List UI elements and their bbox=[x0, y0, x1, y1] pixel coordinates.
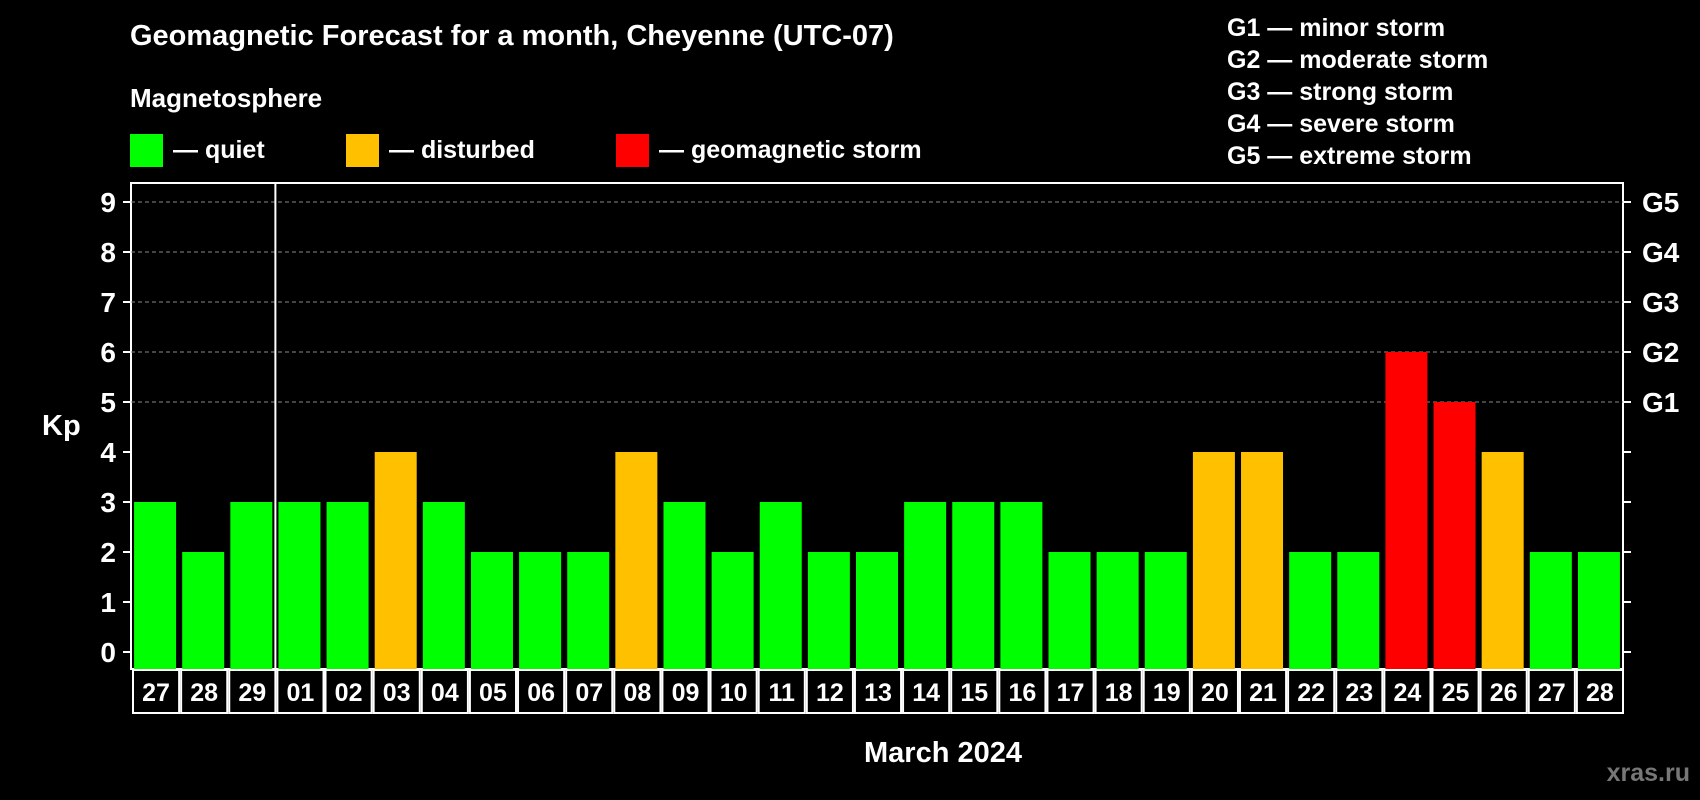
kp-chart: 0123456789G1G2G3G4G527 28 29 01 02 03 04 05 06 07… bbox=[100, 182, 1680, 714]
g-scale-label: G1 bbox=[1642, 387, 1679, 418]
x-tick-label: 17 bbox=[1057, 679, 1085, 707]
x-tick-label: 10 bbox=[720, 679, 748, 707]
bar bbox=[230, 502, 273, 669]
bar bbox=[663, 502, 706, 669]
bar bbox=[615, 452, 658, 669]
x-tick-label: 19 bbox=[1153, 679, 1181, 707]
bar bbox=[567, 552, 610, 669]
bar bbox=[904, 502, 947, 669]
bar bbox=[134, 502, 177, 669]
x-tick-label: 04 bbox=[431, 679, 459, 707]
y-tick-label: 9 bbox=[100, 187, 116, 218]
bar bbox=[422, 502, 465, 669]
x-tick-label: 09 bbox=[672, 679, 700, 707]
bar bbox=[1144, 552, 1187, 669]
x-tick-label: 13 bbox=[864, 679, 892, 707]
g-scale-label: G4 bbox=[1642, 237, 1680, 268]
bar bbox=[326, 502, 369, 669]
y-tick-label: 8 bbox=[100, 237, 116, 268]
y-tick-label: 1 bbox=[100, 587, 116, 618]
x-tick-label: 24 bbox=[1394, 679, 1422, 707]
y-tick-label: 4 bbox=[100, 437, 116, 468]
y-tick-label: 0 bbox=[100, 637, 116, 668]
bar bbox=[711, 552, 754, 669]
bar bbox=[1433, 402, 1476, 669]
watermark: xras.ru bbox=[1606, 759, 1690, 787]
bar bbox=[952, 502, 995, 669]
x-tick-label: 23 bbox=[1345, 679, 1373, 707]
bar bbox=[1337, 552, 1380, 669]
x-tick-label: 28 bbox=[1586, 679, 1614, 707]
y-tick-label: 7 bbox=[100, 287, 116, 318]
x-tick-label: 01 bbox=[287, 679, 315, 707]
bar bbox=[807, 552, 850, 669]
x-tick-label: 18 bbox=[1105, 679, 1133, 707]
bar bbox=[1385, 352, 1428, 669]
bar bbox=[1000, 502, 1043, 669]
bar bbox=[1048, 552, 1091, 669]
x-tick-label: 08 bbox=[623, 679, 651, 707]
bar bbox=[1289, 552, 1332, 669]
g-scale-label: G3 bbox=[1642, 287, 1679, 318]
x-tick-label: 20 bbox=[1201, 679, 1229, 707]
x-tick-label: 29 bbox=[238, 679, 266, 707]
bar bbox=[1192, 452, 1235, 669]
bar bbox=[1241, 452, 1284, 669]
bar bbox=[1529, 552, 1572, 669]
x-tick-label: 22 bbox=[1297, 679, 1325, 707]
x-tick-label: 11 bbox=[769, 679, 796, 707]
bar bbox=[856, 552, 898, 669]
x-tick-label: 02 bbox=[335, 679, 363, 707]
bar bbox=[1481, 452, 1524, 669]
x-tick-label: 27 bbox=[1538, 679, 1566, 707]
g-scale-label: G5 bbox=[1642, 187, 1679, 218]
x-tick-label: 07 bbox=[575, 679, 603, 707]
bar bbox=[759, 502, 802, 669]
x-tick-label: 26 bbox=[1490, 679, 1518, 707]
y-tick-label: 5 bbox=[100, 387, 116, 418]
x-tick-label: 27 bbox=[142, 679, 170, 707]
bar bbox=[1577, 552, 1620, 669]
bar bbox=[470, 552, 513, 669]
bar bbox=[278, 502, 321, 669]
y-tick-label: 2 bbox=[100, 537, 116, 568]
g-scale-label: G2 bbox=[1642, 337, 1679, 368]
x-tick-label: 14 bbox=[912, 679, 940, 707]
x-tick-label: 15 bbox=[960, 679, 988, 707]
x-tick-label: 25 bbox=[1442, 679, 1470, 707]
x-tick-label: 03 bbox=[383, 679, 411, 707]
x-tick-label: 12 bbox=[816, 679, 844, 707]
x-tick-label: 28 bbox=[190, 679, 218, 707]
x-tick-label: 16 bbox=[1008, 679, 1036, 707]
bar bbox=[182, 552, 225, 669]
x-tick-label: 06 bbox=[527, 679, 555, 707]
bar bbox=[374, 452, 417, 669]
y-tick-label: 6 bbox=[100, 337, 116, 368]
bar bbox=[1096, 552, 1139, 669]
x-tick-label: 05 bbox=[479, 679, 507, 707]
x-tick-label: 21 bbox=[1249, 679, 1277, 707]
bar bbox=[519, 552, 562, 669]
y-tick-label: 3 bbox=[100, 487, 116, 518]
